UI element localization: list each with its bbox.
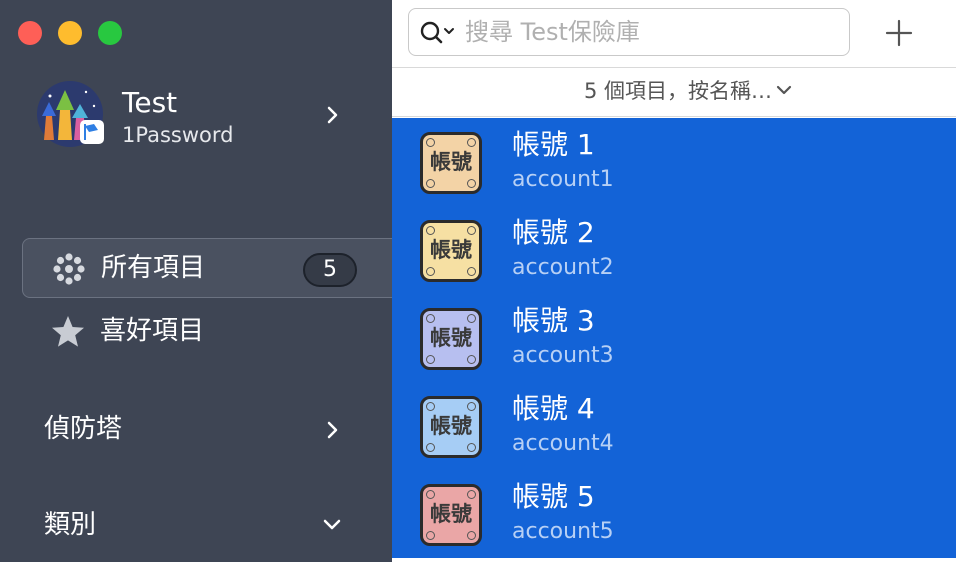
item-subtitle: account2 (512, 255, 614, 280)
list-item[interactable]: 帳號 帳號 2 account2 (392, 206, 956, 294)
section-label: 偵防塔 (44, 414, 123, 444)
window-close-button[interactable] (18, 21, 42, 45)
account-item-icon: 帳號 (420, 132, 482, 194)
account-item-icon: 帳號 (420, 396, 482, 458)
account-name: Test (122, 86, 178, 119)
main-pane: 5 個項目，按名稱… 帳號 帳號 1 account1 帳號 帳號 2 acco… (392, 0, 956, 562)
account-switcher[interactable]: Test 1Password (36, 80, 356, 150)
sidebar-item-all-items[interactable]: 所有項目 5 (22, 238, 402, 298)
all-items-icon (53, 253, 85, 285)
list-item[interactable]: 帳號 帳號 3 account3 (392, 294, 956, 382)
item-title: 帳號 2 (512, 216, 595, 249)
list-item[interactable]: 帳號 帳號 4 account4 (392, 382, 956, 470)
icon-label: 帳號 (430, 502, 472, 526)
plus-icon[interactable] (882, 16, 916, 50)
list-item[interactable]: 帳號 帳號 1 account1 (392, 118, 956, 206)
sidebar-item-label: 喜好項目 (100, 316, 205, 346)
item-title: 帳號 4 (512, 392, 595, 425)
icon-label: 帳號 (430, 150, 472, 174)
account-item-icon: 帳號 (420, 484, 482, 546)
item-subtitle: account5 (512, 519, 614, 544)
item-subtitle: account4 (512, 431, 614, 456)
section-label: 類別 (44, 510, 97, 540)
account-item-icon: 帳號 (420, 220, 482, 282)
window-maximize-button[interactable] (98, 21, 122, 45)
sidebar-item-favorites[interactable]: 喜好項目 (22, 302, 402, 362)
toolbar (392, 0, 956, 68)
sidebar-section-categories[interactable]: 類別 (44, 506, 364, 546)
account-item-icon: 帳號 (420, 308, 482, 370)
chevron-down-icon (323, 519, 341, 530)
item-list: 帳號 帳號 1 account1 帳號 帳號 2 account2 帳號 帳號 … (392, 118, 956, 558)
sidebar: Test 1Password 所有項目 5 喜好項目 偵防塔 類別 (0, 0, 402, 562)
chevron-right-icon (327, 106, 338, 124)
chevron-down-icon (776, 85, 792, 95)
item-subtitle: account1 (512, 167, 614, 192)
search-field[interactable] (408, 8, 850, 56)
icon-label: 帳號 (430, 414, 472, 438)
search-input[interactable] (465, 15, 835, 49)
search-icon[interactable] (419, 19, 457, 47)
account-subtitle: 1Password (122, 123, 234, 147)
sidebar-section-watchtower[interactable]: 偵防塔 (44, 410, 364, 450)
item-title: 帳號 5 (512, 480, 595, 513)
icon-label: 帳號 (430, 238, 472, 262)
vault-avatar-icon (37, 81, 104, 147)
chevron-right-icon (327, 421, 338, 439)
sidebar-item-label: 所有項目 (101, 253, 206, 283)
window-minimize-button[interactable] (58, 21, 82, 45)
item-title: 帳號 3 (512, 304, 595, 337)
sort-label: 5 個項目，按名稱… (583, 79, 772, 103)
item-title: 帳號 1 (512, 128, 595, 161)
star-icon (52, 316, 84, 347)
sort-bar[interactable]: 5 個項目，按名稱… (392, 69, 956, 117)
item-subtitle: account3 (512, 343, 614, 368)
icon-label: 帳號 (430, 326, 472, 350)
list-item[interactable]: 帳號 帳號 5 account5 (392, 470, 956, 558)
item-count-badge: 5 (303, 253, 357, 287)
